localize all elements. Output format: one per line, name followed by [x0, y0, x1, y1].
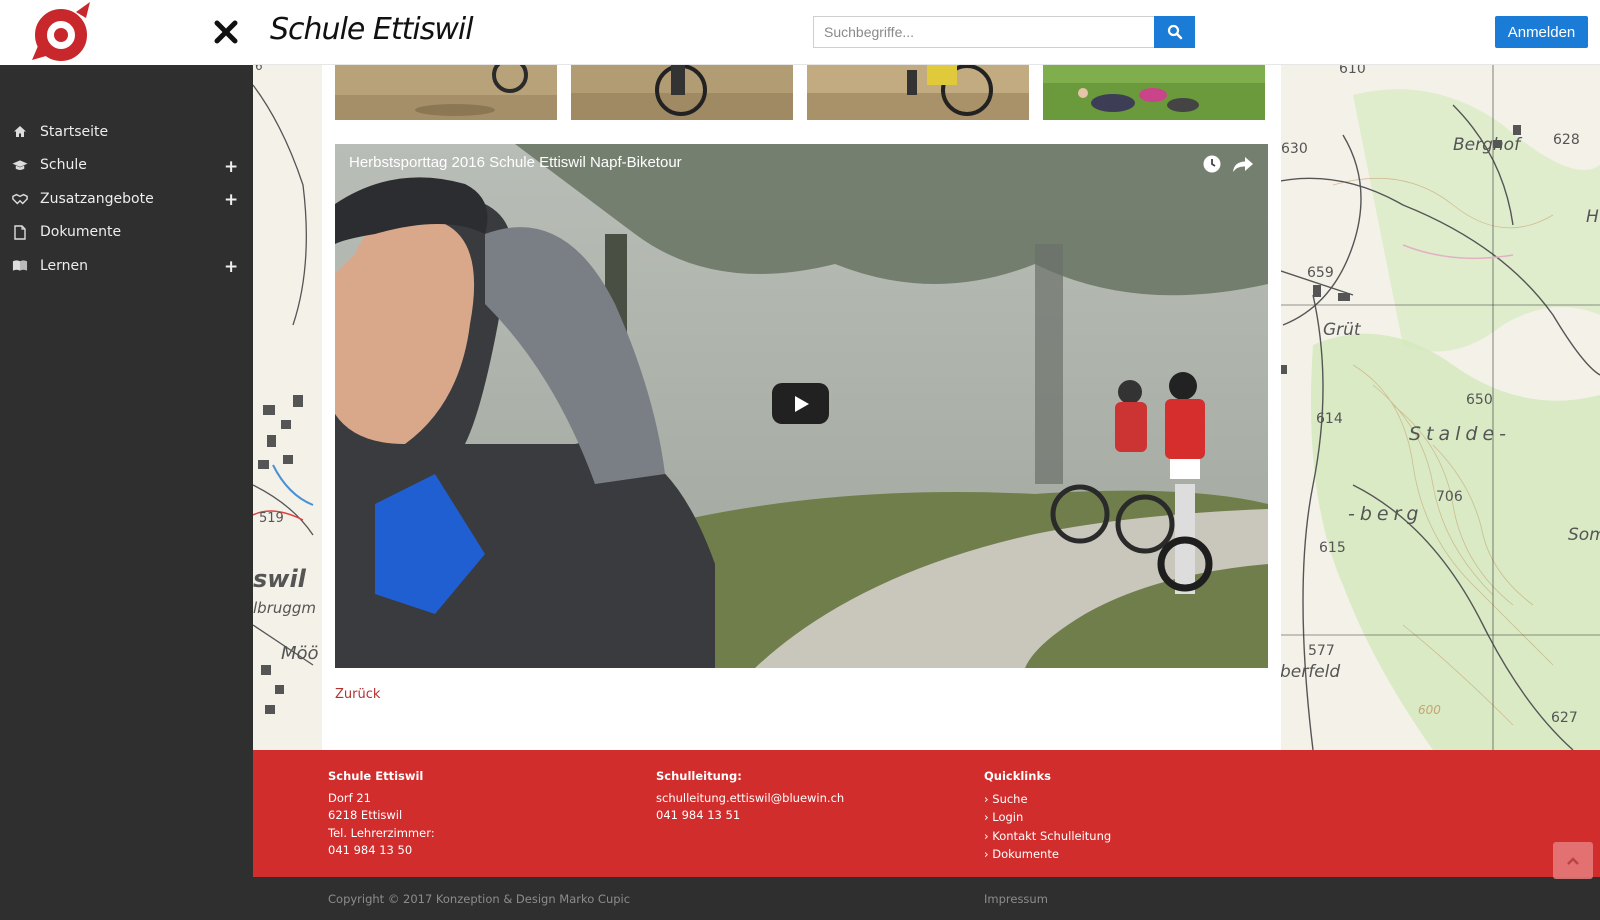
map-label: 577 — [1308, 643, 1335, 659]
map-label: 614 — [1316, 411, 1343, 427]
sidebar-item-label: Schule — [40, 157, 87, 174]
map-label: Grüt — [1323, 320, 1361, 340]
search-button[interactable] — [1154, 16, 1195, 48]
quicklink-login[interactable]: › Login — [984, 808, 1111, 827]
quicklink-label: Kontakt Schulleitung — [992, 828, 1112, 843]
map-label: H — [1586, 207, 1599, 227]
footer-address-line: 041 984 13 50 — [328, 843, 413, 857]
bottom-bar: Copyright © 2017 Konzeption & Design Mar… — [253, 877, 1600, 920]
gallery-thumbnail[interactable] — [1043, 65, 1265, 120]
quicklink-label: Login — [992, 810, 1024, 824]
sidebar-item-label: Dokumente — [40, 224, 122, 241]
footer: Schule Ettiswil Dorf 21 6218 Ettiswil Te… — [253, 750, 1600, 877]
gallery-thumbnail[interactable] — [335, 65, 557, 120]
sidebar-item-label: Zusatzangebote — [40, 190, 154, 207]
footer-column-schulleitung: Schulleitung: schulleitung.ettiswil@blue… — [656, 768, 844, 825]
map-label: 630 — [1281, 141, 1308, 157]
login-button[interactable]: Anmelden — [1495, 16, 1588, 48]
search-input[interactable] — [813, 16, 1154, 48]
footer-column-school: Schule Ettiswil Dorf 21 6218 Ettiswil Te… — [328, 768, 435, 860]
footer-heading: Schulleitung: — [656, 769, 742, 783]
footer-email-link[interactable]: schulleitung.ettiswil@bluewin.ch — [656, 790, 844, 808]
quicklink-dokumente[interactable]: › Dokumente — [984, 845, 1111, 864]
quicklink-label: Dokumente — [992, 847, 1059, 861]
map-label: 628 — [1553, 132, 1580, 148]
graduation-cap-icon — [12, 157, 28, 173]
search-icon — [1167, 24, 1182, 40]
map-label: 615 — [1319, 540, 1346, 556]
chevron-up-icon — [1567, 856, 1579, 865]
gallery-thumbnail[interactable] — [807, 65, 1029, 120]
map-label: 519 — [259, 511, 284, 526]
quicklink-suche[interactable]: › Suche — [984, 790, 1111, 809]
map-label: 6 — [255, 65, 263, 73]
sidebar: Startseite Schule + Zusatzangebote + Dok… — [0, 65, 253, 920]
map-label: Möö — [281, 643, 319, 664]
sidebar-item-zusatzangebote[interactable]: Zusatzangebote + — [0, 182, 253, 216]
sidebar-item-label: Startseite — [40, 123, 109, 140]
footer-phone: 041 984 13 51 — [656, 808, 741, 822]
play-button[interactable] — [772, 383, 829, 424]
main-content: Herbstsporttag 2016 Schule Ettiswil Napf… — [322, 65, 1281, 750]
logo-area — [0, 0, 253, 65]
site-title[interactable]: Schule Ettiswil — [270, 12, 474, 47]
sidebar-item-startseite[interactable]: Startseite — [0, 115, 253, 149]
map-label: Stalde- — [1409, 423, 1512, 445]
map-label: 610 — [1339, 65, 1366, 77]
gallery-thumbnail[interactable] — [571, 65, 793, 120]
share-icon[interactable] — [1232, 154, 1254, 174]
map-label: 650 — [1466, 392, 1493, 408]
gallery-thumbnails — [335, 65, 1265, 120]
top-header: Schule Ettiswil Anmelden — [0, 0, 1600, 65]
quicklink-kontakt[interactable]: › Kontakt Schulleitung — [984, 827, 1111, 846]
map-label: lbruggm — [253, 599, 317, 617]
video-title[interactable]: Herbstsporttag 2016 Schule Ettiswil Napf… — [349, 154, 682, 171]
sidebar-item-lernen[interactable]: Lernen + — [0, 249, 253, 283]
footer-address-line: 6218 Ettiswil — [328, 808, 403, 822]
expand-icon[interactable]: + — [224, 257, 238, 277]
home-icon — [12, 124, 28, 140]
impressum-link[interactable]: Impressum — [984, 892, 1048, 906]
map-label: -berg — [1348, 503, 1424, 525]
handshake-icon — [12, 191, 28, 207]
expand-icon[interactable]: + — [224, 190, 238, 210]
book-icon — [12, 258, 28, 274]
map-label: 706 — [1436, 489, 1463, 505]
map-label: berfeld — [1280, 662, 1341, 682]
footer-column-quicklinks: Quicklinks › Suche › Login › Kontakt Sch… — [984, 768, 1111, 864]
file-icon — [12, 224, 28, 240]
copyright-text: Copyright © 2017 Konzeption & Design Mar… — [328, 892, 631, 906]
expand-icon[interactable]: + — [224, 157, 238, 177]
watch-later-icon[interactable] — [1202, 154, 1222, 174]
footer-address-line: Tel. Lehrerzimmer: — [328, 825, 435, 840]
map-label: 627 — [1551, 710, 1578, 726]
map-label: 659 — [1307, 265, 1334, 281]
close-menu-icon[interactable] — [212, 18, 240, 46]
map-label: swil — [253, 565, 306, 593]
footer-heading: Quicklinks — [984, 769, 1051, 783]
footer-address-line: Dorf 21 — [328, 790, 371, 805]
sidebar-nav: Startseite Schule + Zusatzangebote + Dok… — [0, 115, 253, 283]
quicklink-label: Suche — [992, 791, 1028, 806]
video-player[interactable]: Herbstsporttag 2016 Schule Ettiswil Napf… — [335, 144, 1268, 668]
footer-heading: Schule Ettiswil — [328, 769, 424, 783]
map-label: 600 — [1418, 703, 1441, 717]
map-label: Berghof — [1453, 135, 1521, 155]
search-bar — [813, 16, 1195, 48]
sidebar-item-dokumente[interactable]: Dokumente — [0, 216, 253, 250]
map-label: Som — [1568, 525, 1600, 545]
sidebar-item-label: Lernen — [40, 257, 89, 274]
play-icon — [794, 395, 809, 412]
school-logo[interactable] — [30, 2, 96, 62]
sidebar-item-schule[interactable]: Schule + — [0, 149, 253, 183]
back-link[interactable]: Zurück — [335, 687, 380, 702]
scroll-to-top-button[interactable] — [1553, 842, 1593, 879]
